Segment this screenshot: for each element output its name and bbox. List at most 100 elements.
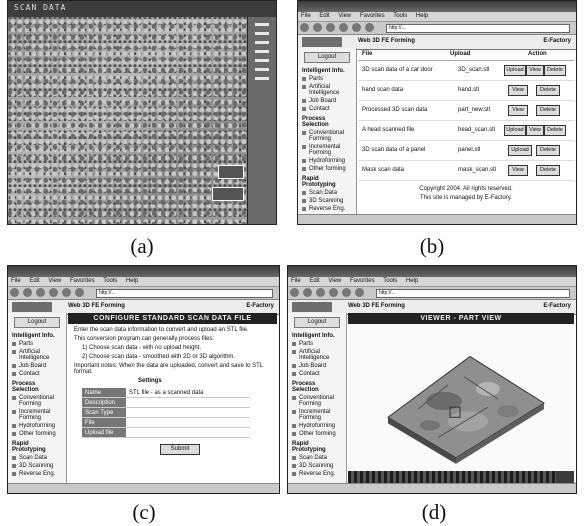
stop-icon[interactable] [316, 288, 325, 297]
row-button[interactable]: View [508, 85, 528, 96]
home-icon[interactable] [342, 288, 351, 297]
sidebar-item[interactable]: 3D Scanning [8, 462, 66, 470]
tool-slider-icon[interactable] [255, 50, 269, 53]
sidebar-item[interactable]: Reverse Eng. [298, 205, 356, 213]
menu-item-edit[interactable]: Edit [319, 13, 329, 19]
refresh-icon[interactable] [49, 288, 58, 297]
row-button[interactable]: Delete [536, 85, 560, 96]
tool-slider-icon[interactable] [255, 41, 269, 44]
back-icon[interactable] [300, 23, 309, 32]
tool-slider-icon[interactable] [255, 59, 269, 62]
forward-icon[interactable] [303, 288, 312, 297]
sidebar-item[interactable]: Incremental Forming [298, 143, 356, 157]
sidebar-item[interactable]: 3D Scanning [298, 197, 356, 205]
3d-model-viewport[interactable] [348, 324, 574, 471]
sidebar-item[interactable]: Reverse Eng. [8, 470, 66, 478]
address-bar[interactable]: http://... [376, 289, 570, 298]
refresh-icon[interactable] [329, 288, 338, 297]
refresh-icon[interactable] [339, 23, 348, 32]
menu-item-file[interactable]: File [11, 278, 21, 284]
tool-slider-icon[interactable] [255, 68, 269, 71]
sidebar-item[interactable]: Other forming [288, 430, 346, 438]
field-input[interactable] [126, 417, 250, 428]
menu-item-help[interactable]: Help [406, 278, 418, 284]
address-bar[interactable]: http://... [386, 24, 570, 33]
logout-button[interactable]: Logout [14, 317, 60, 328]
sidebar-item[interactable]: Artificial Intelligence [298, 83, 356, 97]
sidebar-item[interactable]: Scan Data [288, 454, 346, 462]
sidebar-item[interactable]: Conventional Forming [288, 394, 346, 408]
sidebar-item[interactable]: Conventional Forming [8, 394, 66, 408]
menu-item-favorites[interactable]: Favorites [350, 278, 375, 284]
field-input[interactable] [126, 397, 250, 408]
menu-item-tools[interactable]: Tools [393, 13, 407, 19]
sidebar-item[interactable]: Parts [288, 340, 346, 348]
sidebar-item[interactable]: Job Board [298, 97, 356, 105]
row-button[interactable]: Delete [536, 145, 560, 156]
sidebar-item[interactable]: Reverse Eng. [288, 470, 346, 478]
field-input[interactable]: STL file - as a scanned data [126, 388, 250, 398]
search-icon[interactable] [365, 23, 374, 32]
sidebar-item[interactable]: Other forming [8, 430, 66, 438]
submit-button[interactable]: Submit [160, 444, 200, 455]
row-button[interactable]: View [508, 105, 528, 116]
forward-icon[interactable] [23, 288, 32, 297]
row-button[interactable]: Delete [544, 125, 566, 136]
stop-icon[interactable] [326, 23, 335, 32]
menu-item-view[interactable]: View [338, 13, 351, 19]
sidebar-item[interactable]: Scan Data [298, 189, 356, 197]
sidebar-item[interactable]: Parts [8, 340, 66, 348]
logout-button[interactable]: Logout [294, 317, 340, 328]
menu-item-edit[interactable]: Edit [309, 278, 319, 284]
search-icon[interactable] [75, 288, 84, 297]
menu-item-tools[interactable]: Tools [103, 278, 117, 284]
home-icon[interactable] [62, 288, 71, 297]
row-button[interactable]: Upload [508, 145, 532, 156]
menu-item-favorites[interactable]: Favorites [360, 13, 385, 19]
sidebar-item[interactable]: Artificial Intelligence [288, 348, 346, 362]
sidebar-item[interactable]: Job Board [288, 362, 346, 370]
sidebar-item[interactable]: Contact [8, 370, 66, 378]
sidebar-item[interactable]: Contact [288, 370, 346, 378]
scan-tool-strip[interactable] [247, 17, 276, 224]
sidebar-item[interactable]: Hydroforming [8, 422, 66, 430]
field-input[interactable] [126, 407, 250, 418]
row-button[interactable]: View [526, 65, 544, 76]
row-button[interactable]: View [526, 125, 544, 136]
menu-item-tools[interactable]: Tools [383, 278, 397, 284]
field-input[interactable] [126, 427, 250, 438]
scan-control-box[interactable] [218, 165, 244, 179]
menu-item-favorites[interactable]: Favorites [70, 278, 95, 284]
sidebar-item[interactable]: Other forming [298, 165, 356, 173]
address-bar[interactable]: http://... [96, 289, 273, 298]
menu-item-view[interactable]: View [328, 278, 341, 284]
scan-control-box[interactable] [212, 187, 244, 201]
sidebar-item[interactable]: 3D Scanning [288, 462, 346, 470]
sidebar-item[interactable]: Incremental Forming [288, 408, 346, 422]
row-button[interactable]: Upload [504, 65, 526, 76]
tool-slider-icon[interactable] [255, 32, 269, 35]
home-icon[interactable] [352, 23, 361, 32]
sidebar-item[interactable]: Conventional Forming [298, 129, 356, 143]
sidebar-item[interactable]: Parts [298, 75, 356, 83]
logout-button[interactable]: Logout [304, 52, 350, 63]
sidebar-item[interactable]: Job Board [8, 362, 66, 370]
back-icon[interactable] [290, 288, 299, 297]
tool-slider-icon[interactable] [255, 77, 269, 80]
menu-item-file[interactable]: File [291, 278, 301, 284]
tool-slider-icon[interactable] [255, 23, 269, 26]
3d-part-model[interactable] [348, 324, 574, 471]
row-button[interactable]: View [508, 165, 528, 176]
back-icon[interactable] [10, 288, 19, 297]
menu-item-edit[interactable]: Edit [29, 278, 39, 284]
sidebar-item[interactable]: Hydroforming [288, 422, 346, 430]
sidebar-item[interactable]: Scan Data [8, 454, 66, 462]
sidebar-item[interactable]: Hydroforming [298, 157, 356, 165]
menu-item-help[interactable]: Help [126, 278, 138, 284]
menu-item-file[interactable]: File [301, 13, 311, 19]
row-button[interactable]: Upload [504, 125, 526, 136]
sidebar-item[interactable]: Contact [298, 105, 356, 113]
stop-icon[interactable] [36, 288, 45, 297]
row-button[interactable]: Delete [536, 105, 560, 116]
sidebar-item[interactable]: Artificial Intelligence [8, 348, 66, 362]
